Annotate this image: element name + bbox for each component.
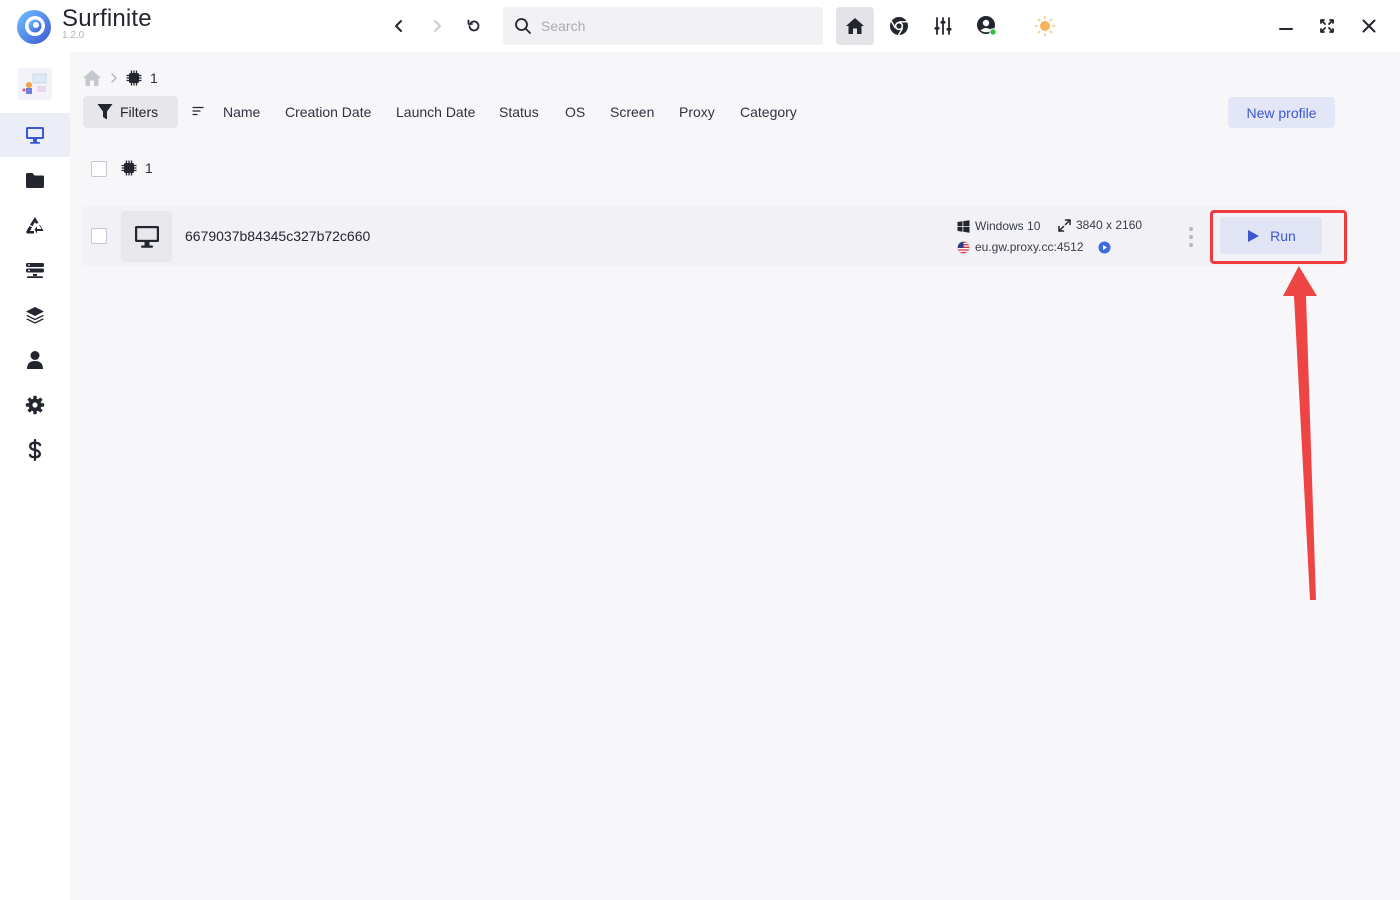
desktop-icon xyxy=(134,225,159,248)
sidebar-item-layers[interactable] xyxy=(0,293,70,337)
minimize-button[interactable] xyxy=(1274,14,1298,38)
us-flag-icon xyxy=(957,240,970,254)
surfinite-logo-icon xyxy=(17,10,51,44)
sidebar xyxy=(0,52,70,900)
resize-icon xyxy=(1058,218,1071,232)
chip-icon xyxy=(121,160,137,176)
close-icon xyxy=(1362,19,1376,33)
profile-os: Windows 10 xyxy=(957,219,1040,233)
sort-os[interactable]: OS xyxy=(565,104,585,120)
filter-icon xyxy=(97,104,113,120)
theme-toggle-button[interactable] xyxy=(1026,7,1064,45)
sort-icon xyxy=(192,106,204,116)
close-button[interactable] xyxy=(1357,14,1381,38)
more-options-icon[interactable] xyxy=(1187,226,1195,248)
chip-icon xyxy=(126,70,142,86)
sort-status[interactable]: Status xyxy=(499,104,539,120)
proxy-check-icon[interactable] xyxy=(1098,241,1111,254)
new-profile-button[interactable]: New profile xyxy=(1228,97,1335,128)
maximize-icon xyxy=(1320,19,1334,33)
breadcrumb: 1 xyxy=(82,67,158,89)
profile-screen: 3840 x 2160 xyxy=(1058,218,1142,232)
app-name: Surfinite xyxy=(62,5,152,32)
title-bar: Surfinite 1.2.0 xyxy=(0,0,1400,52)
sidebar-item-settings[interactable] xyxy=(0,383,70,427)
group-select-checkbox[interactable] xyxy=(91,161,107,177)
account-icon xyxy=(977,16,997,36)
sidebar-item-profiles[interactable] xyxy=(0,113,70,157)
maximize-button[interactable] xyxy=(1315,14,1339,38)
pointer-arrow-icon xyxy=(1283,266,1317,600)
home-icon xyxy=(846,18,864,34)
profile-os-label: Windows 10 xyxy=(975,219,1041,233)
breadcrumb-chevron-icon xyxy=(111,73,118,83)
minimize-icon xyxy=(1279,28,1293,30)
sidebar-item-users[interactable] xyxy=(0,338,70,382)
billing-icon xyxy=(28,439,42,461)
chrome-icon xyxy=(890,17,908,36)
sidebar-item-folders[interactable] xyxy=(0,158,70,202)
sort-category[interactable]: Category xyxy=(740,104,797,120)
filters-label: Filters xyxy=(120,104,159,120)
run-label: Run xyxy=(1270,227,1296,244)
reload-icon xyxy=(467,19,480,32)
group-name: 1 xyxy=(145,160,153,176)
profile-row[interactable]: 6679037b84345c327b72c660 Windows 10 3840… xyxy=(82,206,1342,266)
sort-name[interactable]: Name xyxy=(223,104,260,120)
reload-button[interactable] xyxy=(462,14,486,38)
search-bar xyxy=(503,7,823,45)
sort-creation-date[interactable]: Creation Date xyxy=(285,104,371,120)
browser-button[interactable] xyxy=(880,7,918,45)
run-button[interactable]: Run xyxy=(1220,217,1322,254)
forward-button[interactable] xyxy=(425,14,449,38)
sidebar-item-trash[interactable] xyxy=(0,203,70,247)
sliders-icon xyxy=(934,17,952,35)
settings-icon xyxy=(25,395,45,415)
profile-thumbnail xyxy=(121,211,172,262)
search-icon xyxy=(515,18,531,34)
sort-screen[interactable]: Screen xyxy=(610,104,654,120)
profile-select-checkbox[interactable] xyxy=(91,228,107,244)
windows-icon xyxy=(957,219,970,233)
breadcrumb-group-name[interactable]: 1 xyxy=(150,70,158,86)
breadcrumb-home-icon[interactable] xyxy=(82,69,102,87)
profile-proxy: eu.gw.proxy.cc:4512 xyxy=(957,240,1111,254)
theme-sun-icon xyxy=(1034,15,1056,37)
app-version: 1.2.0 xyxy=(62,30,85,41)
back-icon xyxy=(395,20,402,32)
play-icon xyxy=(1248,229,1260,242)
sort-launch-date[interactable]: Launch Date xyxy=(396,104,475,120)
profile-name[interactable]: 6679037b84345c327b72c660 xyxy=(185,228,370,244)
layers-icon xyxy=(26,307,44,324)
proxies-icon xyxy=(26,262,44,278)
workspace-thumbnail[interactable] xyxy=(18,68,52,100)
user-icon xyxy=(27,351,43,369)
forward-icon xyxy=(434,20,441,32)
profile-proxy-label: eu.gw.proxy.cc:4512 xyxy=(975,240,1084,254)
profile-screen-label: 3840 x 2160 xyxy=(1076,218,1143,232)
folders-icon xyxy=(26,172,44,188)
sidebar-item-billing[interactable] xyxy=(0,428,70,472)
search-input[interactable] xyxy=(541,7,811,45)
sort-proxy[interactable]: Proxy xyxy=(679,104,715,120)
account-button[interactable] xyxy=(968,7,1006,45)
trash-icon xyxy=(26,216,44,234)
workspace-image-icon xyxy=(18,68,52,100)
group-row: 1 xyxy=(121,160,153,176)
sidebar-item-proxies[interactable] xyxy=(0,248,70,292)
profiles-icon xyxy=(26,127,44,144)
back-button[interactable] xyxy=(387,14,411,38)
settings-sliders-button[interactable] xyxy=(924,7,962,45)
home-button[interactable] xyxy=(836,7,874,45)
filters-button[interactable]: Filters xyxy=(83,96,178,128)
